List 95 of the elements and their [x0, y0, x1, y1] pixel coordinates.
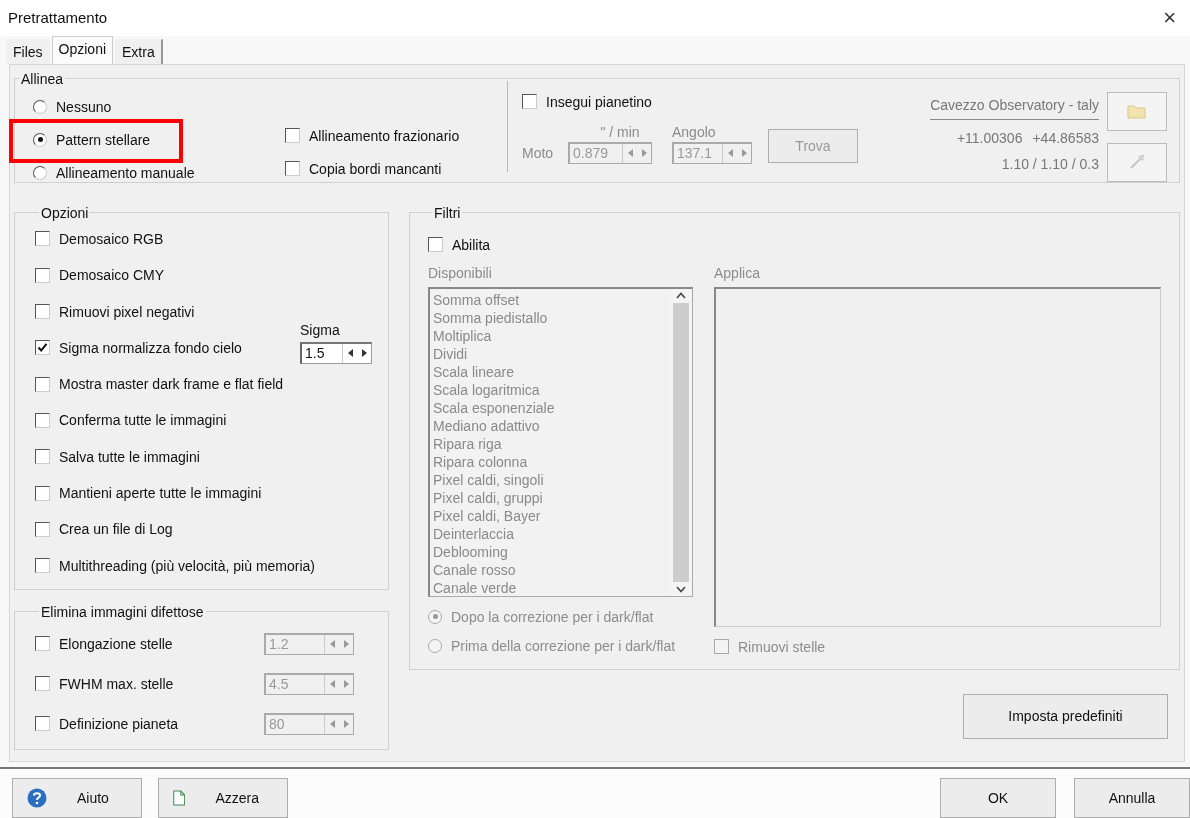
checkbox-label: Rimuovi stelle — [738, 638, 826, 655]
list-item[interactable]: Dividi — [433, 344, 667, 363]
radio-label: Pattern stellare — [56, 131, 151, 148]
folder-icon — [1127, 103, 1147, 119]
checkbox[interactable] — [714, 639, 729, 655]
observatory-name: Cavezzo Observatory - taly — [930, 96, 1099, 120]
checkbox-label: Mantieni aperte tutte le immagini — [59, 485, 262, 502]
tab[interactable]: Opzioni — [51, 35, 114, 64]
chevron-up-icon[interactable] — [676, 291, 686, 299]
checkbox[interactable] — [285, 128, 300, 144]
document-icon — [173, 788, 186, 808]
field-label: Moto — [522, 144, 555, 161]
checkbox-label: Conferma tutte le immagini — [59, 412, 227, 429]
radio-button[interactable] — [428, 638, 442, 653]
checkbox[interactable] — [35, 376, 50, 392]
list-item[interactable]: Moltiplica — [433, 326, 667, 345]
radio-label: Nessuno — [56, 99, 112, 116]
checkbox-label: FWHM max. stelle — [59, 675, 174, 692]
checkbox[interactable] — [35, 449, 50, 465]
checkbox[interactable] — [428, 237, 443, 253]
list-item[interactable]: Deinterlaccia — [433, 524, 667, 543]
checkbox[interactable] — [35, 485, 50, 501]
checkbox[interactable] — [35, 340, 50, 356]
scale-text: 1.10 / 1.10 / 0.3 — [1001, 155, 1099, 172]
checkbox[interactable] — [35, 304, 50, 320]
list-item[interactable]: Scala logaritmica — [433, 380, 667, 399]
help-icon — [27, 788, 47, 808]
checkbox-label: Copia bordi mancanti — [309, 160, 442, 177]
radio-button[interactable] — [33, 100, 47, 115]
list-item[interactable]: Canale rosso — [433, 560, 667, 579]
unit-label: " / min — [600, 123, 640, 140]
list-item[interactable]: Scala lineare — [433, 362, 667, 381]
checkbox-label: Multithreading (più velocità, più memoria) — [59, 557, 315, 574]
radio-label: Dopo la correzione per i dark/flat — [451, 608, 654, 625]
left-arrow-icon[interactable] — [347, 349, 353, 358]
list-label: Disponibili — [428, 264, 493, 281]
group-title: Opzioni — [40, 204, 90, 221]
checkbox[interactable] — [35, 716, 50, 732]
checkbox[interactable] — [35, 412, 50, 428]
list-item[interactable]: Scala esponenziale — [433, 398, 667, 417]
list-label: Applica — [714, 264, 761, 281]
field-label: Sigma — [300, 321, 340, 338]
checkbox-label: Allineamento frazionario — [309, 127, 460, 144]
checkbox-label: Abilita — [452, 236, 491, 253]
checkbox-label: Demosaico CMY — [59, 267, 165, 284]
group-title: Elimina immagini difettose — [40, 603, 205, 620]
checkbox-label: Salva tutte le immagini — [59, 448, 200, 465]
group-title: Allinea — [20, 70, 65, 87]
field-label: Angolo — [672, 123, 717, 140]
window-title: Pretrattamento — [8, 9, 108, 27]
checkbox-label: Rimuovi pixel negativi — [59, 303, 195, 320]
tab[interactable]: Files — [6, 38, 50, 64]
checkbox-label: Mostra master dark frame e flat field — [59, 376, 284, 393]
checkbox[interactable] — [35, 231, 50, 247]
list-item[interactable]: Pixel caldi, singoli — [433, 470, 667, 489]
scrollbar-thumb[interactable] — [673, 302, 689, 582]
checkbox-label: Elongazione stelle — [59, 635, 173, 652]
radio-button[interactable] — [33, 132, 47, 147]
radio-label: Prima della correzione per i dark/flat — [451, 637, 676, 654]
checkbox-label: Definizione pianeta — [59, 715, 179, 732]
list-item[interactable]: Somma offset — [433, 290, 667, 309]
checkbox[interactable] — [285, 161, 300, 177]
list-item[interactable]: Pixel caldi, gruppi — [433, 488, 667, 507]
tab[interactable]: Extra — [115, 38, 163, 64]
radio-label: Allineamento manuale — [56, 164, 195, 181]
checkbox[interactable] — [35, 676, 50, 692]
radio-button[interactable] — [33, 165, 47, 180]
chevron-down-icon[interactable] — [676, 585, 686, 593]
checkbox[interactable] — [35, 267, 50, 283]
right-arrow-icon[interactable] — [361, 349, 367, 358]
checkbox[interactable] — [35, 521, 50, 537]
group-title: Filtri — [433, 204, 462, 221]
list-item[interactable]: Ripara colonna — [433, 452, 667, 471]
list-item[interactable]: Pixel caldi, Bayer — [433, 506, 667, 525]
checkbox[interactable] — [35, 558, 50, 574]
longitude-text: +11.00306 — [956, 129, 1023, 146]
footer-button[interactable]: Azzera — [158, 778, 288, 818]
footer-button[interactable]: Annulla — [1074, 778, 1190, 818]
checkbox-label: Sigma normalizza fondo cielo — [59, 339, 242, 356]
close-button[interactable]: × — [1157, 4, 1182, 31]
footer-button[interactable]: OK — [940, 778, 1056, 818]
checkbox-label: Insegui pianetino — [546, 93, 652, 110]
list-item[interactable]: Deblooming — [433, 542, 667, 561]
radio-button[interactable] — [428, 609, 442, 624]
list-item[interactable]: Ripara riga — [433, 434, 667, 453]
defaults-button[interactable]: Imposta predefiniti — [963, 693, 1168, 739]
checkbox[interactable] — [35, 636, 50, 652]
list-item[interactable]: Mediano adattivo — [433, 416, 667, 435]
footer-button[interactable]: Aiuto — [12, 778, 142, 818]
checkbox-label: Crea un file di Log — [59, 521, 173, 538]
latitude-text: +44.86583 — [1032, 129, 1099, 146]
list-item[interactable]: Canale verde — [433, 578, 667, 597]
spin-field[interactable]: 1.5 — [300, 341, 372, 364]
checkbox-label: Demosaico RGB — [59, 230, 164, 247]
list-item[interactable]: Somma piedistallo — [433, 308, 667, 327]
